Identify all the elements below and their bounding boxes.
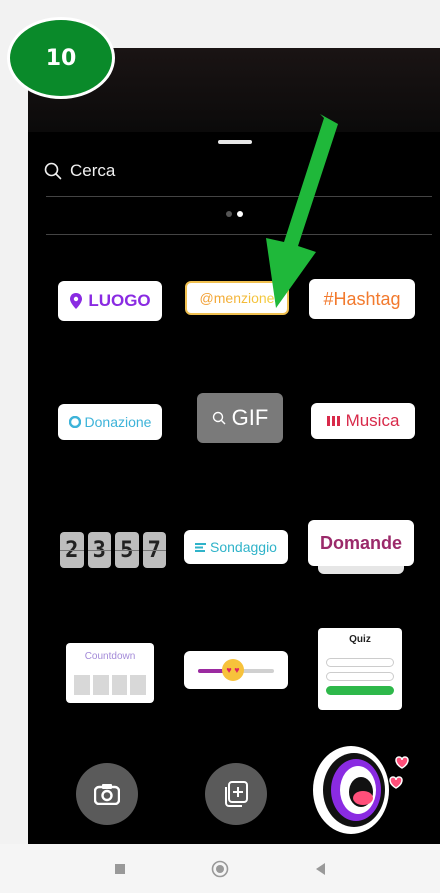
music-sticker[interactable]: Musica [311, 403, 415, 439]
donation-sticker-label: Donazione [84, 414, 152, 430]
page-indicator [226, 211, 243, 217]
flip-digit: 5 [115, 532, 139, 568]
poll-lines-icon [195, 542, 207, 552]
recent-apps-icon[interactable] [110, 859, 130, 879]
search-icon [44, 162, 62, 180]
poll-sticker[interactable]: Sondaggio [184, 530, 288, 564]
camera-icon [94, 784, 120, 805]
flip-digit: 7 [142, 532, 166, 568]
flip-digit: 3 [87, 532, 111, 568]
countdown-sticker-label: Countdown [84, 651, 136, 662]
poll-sticker-label: Sondaggio [210, 539, 277, 555]
sticker-tray-screen: Cerca LUOGO @menzione #Hashtag Donazione… [28, 48, 440, 844]
search-label: Cerca [70, 161, 116, 180]
countdown-sticker[interactable]: Countdown [66, 643, 154, 703]
screenshot-page: Cerca LUOGO @menzione #Hashtag Donazione… [0, 0, 440, 893]
quiz-sticker-label: Quiz [349, 634, 371, 645]
quiz-option-correct [326, 686, 394, 695]
donation-sticker[interactable]: Donazione [58, 404, 162, 440]
music-sticker-label: Musica [345, 411, 400, 430]
countdown-boxes [74, 675, 146, 695]
page-dot [226, 211, 232, 217]
location-pin-icon [70, 293, 83, 309]
add-media-button[interactable] [205, 763, 267, 825]
donation-icon [68, 416, 81, 428]
shout-mouth-sticker[interactable] [306, 738, 416, 838]
location-sticker-label: LUOGO [88, 291, 151, 310]
camera-button[interactable] [76, 763, 138, 825]
flip-clock-sticker[interactable]: 2 3 5 7 [60, 532, 166, 568]
home-icon[interactable] [210, 859, 230, 879]
music-bars-icon [326, 416, 340, 426]
step-number-badge: 10 [7, 17, 115, 99]
divider-top [46, 196, 432, 197]
heart-eyes-emoji-icon: ♥ ♥ [222, 659, 244, 681]
quiz-option [326, 658, 394, 667]
questions-sticker[interactable]: Domande [308, 520, 414, 566]
questions-sticker-label: Domande [319, 532, 402, 553]
flip-digit: 2 [60, 532, 84, 568]
location-sticker[interactable]: LUOGO [58, 281, 162, 321]
add-media-icon [225, 781, 248, 807]
gif-sticker[interactable]: GIF [197, 393, 283, 443]
emoji-slider-sticker[interactable]: ♥ ♥ [184, 651, 288, 689]
green-arrow-annotation [266, 114, 338, 308]
back-icon[interactable] [310, 859, 330, 879]
search-icon [212, 411, 226, 425]
quiz-option [326, 672, 394, 681]
divider-bottom [46, 234, 432, 235]
page-dot-active [237, 211, 243, 217]
gif-sticker-label: GIF [231, 405, 269, 430]
quiz-sticker[interactable]: Quiz [318, 628, 402, 710]
navigation-bar [0, 844, 440, 893]
